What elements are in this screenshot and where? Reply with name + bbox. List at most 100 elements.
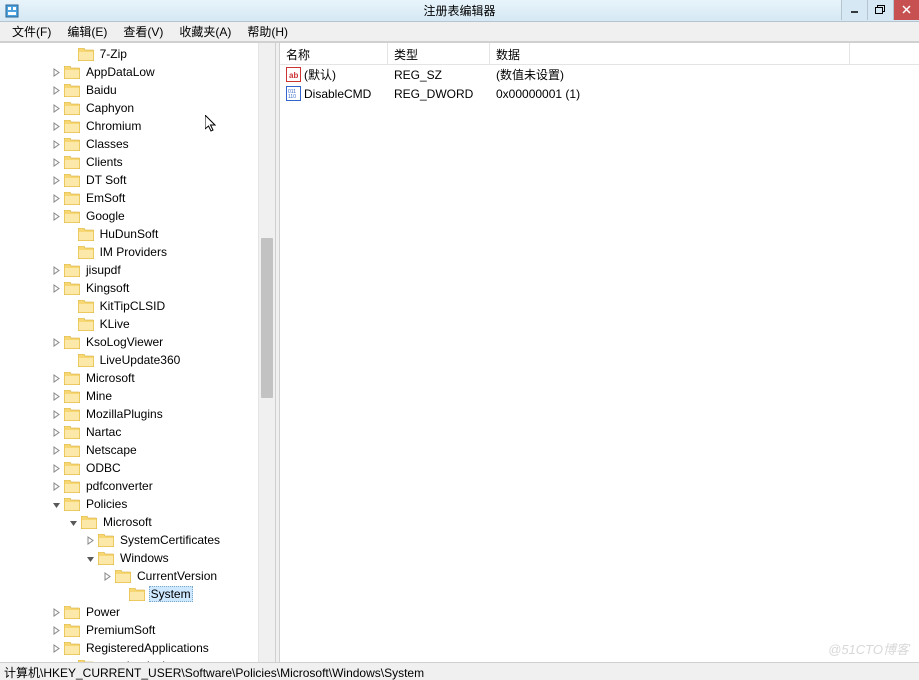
menu-item-1[interactable]: 编辑(E) xyxy=(59,21,115,42)
scrollbar-thumb[interactable] xyxy=(261,238,273,398)
folder-icon xyxy=(64,444,80,457)
tree-node[interactable]: PremiumSoft xyxy=(0,621,258,639)
expander-closed-icon[interactable] xyxy=(51,85,62,96)
expander-closed-icon[interactable] xyxy=(51,139,62,150)
tree-node[interactable]: DT Soft xyxy=(0,171,258,189)
expander-none xyxy=(116,589,127,600)
tree-node[interactable]: Kingsoft xyxy=(0,279,258,297)
expander-closed-icon[interactable] xyxy=(51,175,62,186)
expander-closed-icon[interactable] xyxy=(102,571,113,582)
menu-item-3[interactable]: 收藏夹(A) xyxy=(171,21,239,42)
tree-node[interactable]: AppDataLow xyxy=(0,63,258,81)
expander-open-icon[interactable] xyxy=(68,517,79,528)
tree-node[interactable]: KsoLogViewer xyxy=(0,333,258,351)
tree-node[interactable]: LiveUpdate360 xyxy=(0,351,258,369)
expander-open-icon[interactable] xyxy=(51,499,62,510)
folder-icon xyxy=(64,462,80,475)
tree-node[interactable]: KitTipCLSID xyxy=(0,297,258,315)
menu-item-2[interactable]: 查看(V) xyxy=(115,21,171,42)
tree-node[interactable]: ODBC xyxy=(0,459,258,477)
expander-closed-icon[interactable] xyxy=(51,373,62,384)
column-header[interactable]: 名称 xyxy=(280,43,388,64)
tree-node[interactable]: jisupdf xyxy=(0,261,258,279)
tree-node-label: Power xyxy=(84,605,122,619)
value-data: (数值未设置) xyxy=(490,66,850,83)
tree-node-label: System xyxy=(149,586,193,602)
expander-closed-icon[interactable] xyxy=(51,67,62,78)
tree-node[interactable]: HuDunSoft xyxy=(0,225,258,243)
tree-scrollbar[interactable] xyxy=(258,43,275,662)
tree-node[interactable]: EmSoft xyxy=(0,189,258,207)
tree-node-label: pdfconverter xyxy=(84,479,155,493)
tree-node[interactable]: Microsoft xyxy=(0,513,258,531)
tree-node[interactable]: Microsoft xyxy=(0,369,258,387)
value-row[interactable]: ab(默认)REG_SZ(数值未设置) xyxy=(280,65,919,84)
tree-node[interactable]: roamingdevice xyxy=(0,657,258,662)
tree-node[interactable]: Clients xyxy=(0,153,258,171)
expander-closed-icon[interactable] xyxy=(51,103,62,114)
expander-closed-icon[interactable] xyxy=(51,481,62,492)
expander-closed-icon[interactable] xyxy=(51,643,62,654)
restore-button[interactable] xyxy=(867,0,893,20)
tree-node[interactable]: 7-Zip xyxy=(0,45,258,63)
expander-closed-icon[interactable] xyxy=(51,463,62,474)
column-header[interactable]: 类型 xyxy=(388,43,490,64)
expander-closed-icon[interactable] xyxy=(51,337,62,348)
tree-node[interactable]: Caphyon xyxy=(0,99,258,117)
tree-node-label: Kingsoft xyxy=(84,281,131,295)
values-body: ab(默认)REG_SZ(数值未设置)011110DisableCMDREG_D… xyxy=(280,65,919,662)
expander-closed-icon[interactable] xyxy=(51,445,62,456)
expander-none xyxy=(65,319,76,330)
column-header[interactable]: 数据 xyxy=(490,43,850,64)
tree-node[interactable]: RegisteredApplications xyxy=(0,639,258,657)
tree-node[interactable]: Netscape xyxy=(0,441,258,459)
folder-icon xyxy=(78,246,94,259)
tree-node[interactable]: Mine xyxy=(0,387,258,405)
folder-icon xyxy=(64,84,80,97)
expander-closed-icon[interactable] xyxy=(51,625,62,636)
expander-closed-icon[interactable] xyxy=(85,535,96,546)
tree-node-label: Policies xyxy=(84,497,129,511)
tree-node[interactable]: MozillaPlugins xyxy=(0,405,258,423)
value-row[interactable]: 011110DisableCMDREG_DWORD0x00000001 (1) xyxy=(280,84,919,103)
menu-item-0[interactable]: 文件(F) xyxy=(4,21,59,42)
tree-node[interactable]: Google xyxy=(0,207,258,225)
expander-closed-icon[interactable] xyxy=(51,427,62,438)
tree-node[interactable]: Policies xyxy=(0,495,258,513)
expander-closed-icon[interactable] xyxy=(51,157,62,168)
tree-node[interactable]: IM Providers xyxy=(0,243,258,261)
expander-closed-icon[interactable] xyxy=(51,193,62,204)
expander-open-icon[interactable] xyxy=(85,553,96,564)
expander-closed-icon[interactable] xyxy=(51,265,62,276)
folder-icon xyxy=(64,642,80,655)
tree-node[interactable]: Baidu xyxy=(0,81,258,99)
window-title: 注册表编辑器 xyxy=(423,2,495,19)
expander-closed-icon[interactable] xyxy=(51,409,62,420)
tree-node[interactable]: Windows xyxy=(0,549,258,567)
value-type: REG_SZ xyxy=(388,68,490,82)
folder-icon xyxy=(64,120,80,133)
close-button[interactable] xyxy=(893,0,919,20)
tree-node-label: KLive xyxy=(98,317,132,331)
minimize-button[interactable] xyxy=(841,0,867,20)
tree-node[interactable]: KLive xyxy=(0,315,258,333)
folder-icon xyxy=(64,390,80,403)
tree-node[interactable]: pdfconverter xyxy=(0,477,258,495)
tree-node-label: AppDataLow xyxy=(84,65,157,79)
expander-closed-icon[interactable] xyxy=(51,121,62,132)
menu-item-4[interactable]: 帮助(H) xyxy=(239,21,296,42)
tree-node[interactable]: Chromium xyxy=(0,117,258,135)
folder-icon xyxy=(78,318,94,331)
expander-closed-icon[interactable] xyxy=(51,607,62,618)
tree-node[interactable]: System xyxy=(0,585,258,603)
tree-scroll[interactable]: 7-Zip AppDataLow BaiduCaphyonChromiumClass… xyxy=(0,43,258,662)
expander-closed-icon[interactable] xyxy=(51,211,62,222)
tree-node[interactable]: Nartac xyxy=(0,423,258,441)
tree-node[interactable]: SystemCertificates xyxy=(0,531,258,549)
expander-closed-icon[interactable] xyxy=(51,283,62,294)
tree-node[interactable]: CurrentVersion xyxy=(0,567,258,585)
tree-node[interactable]: Power xyxy=(0,603,258,621)
expander-closed-icon[interactable] xyxy=(51,391,62,402)
tree-node[interactable]: Classes xyxy=(0,135,258,153)
folder-icon xyxy=(64,156,80,169)
